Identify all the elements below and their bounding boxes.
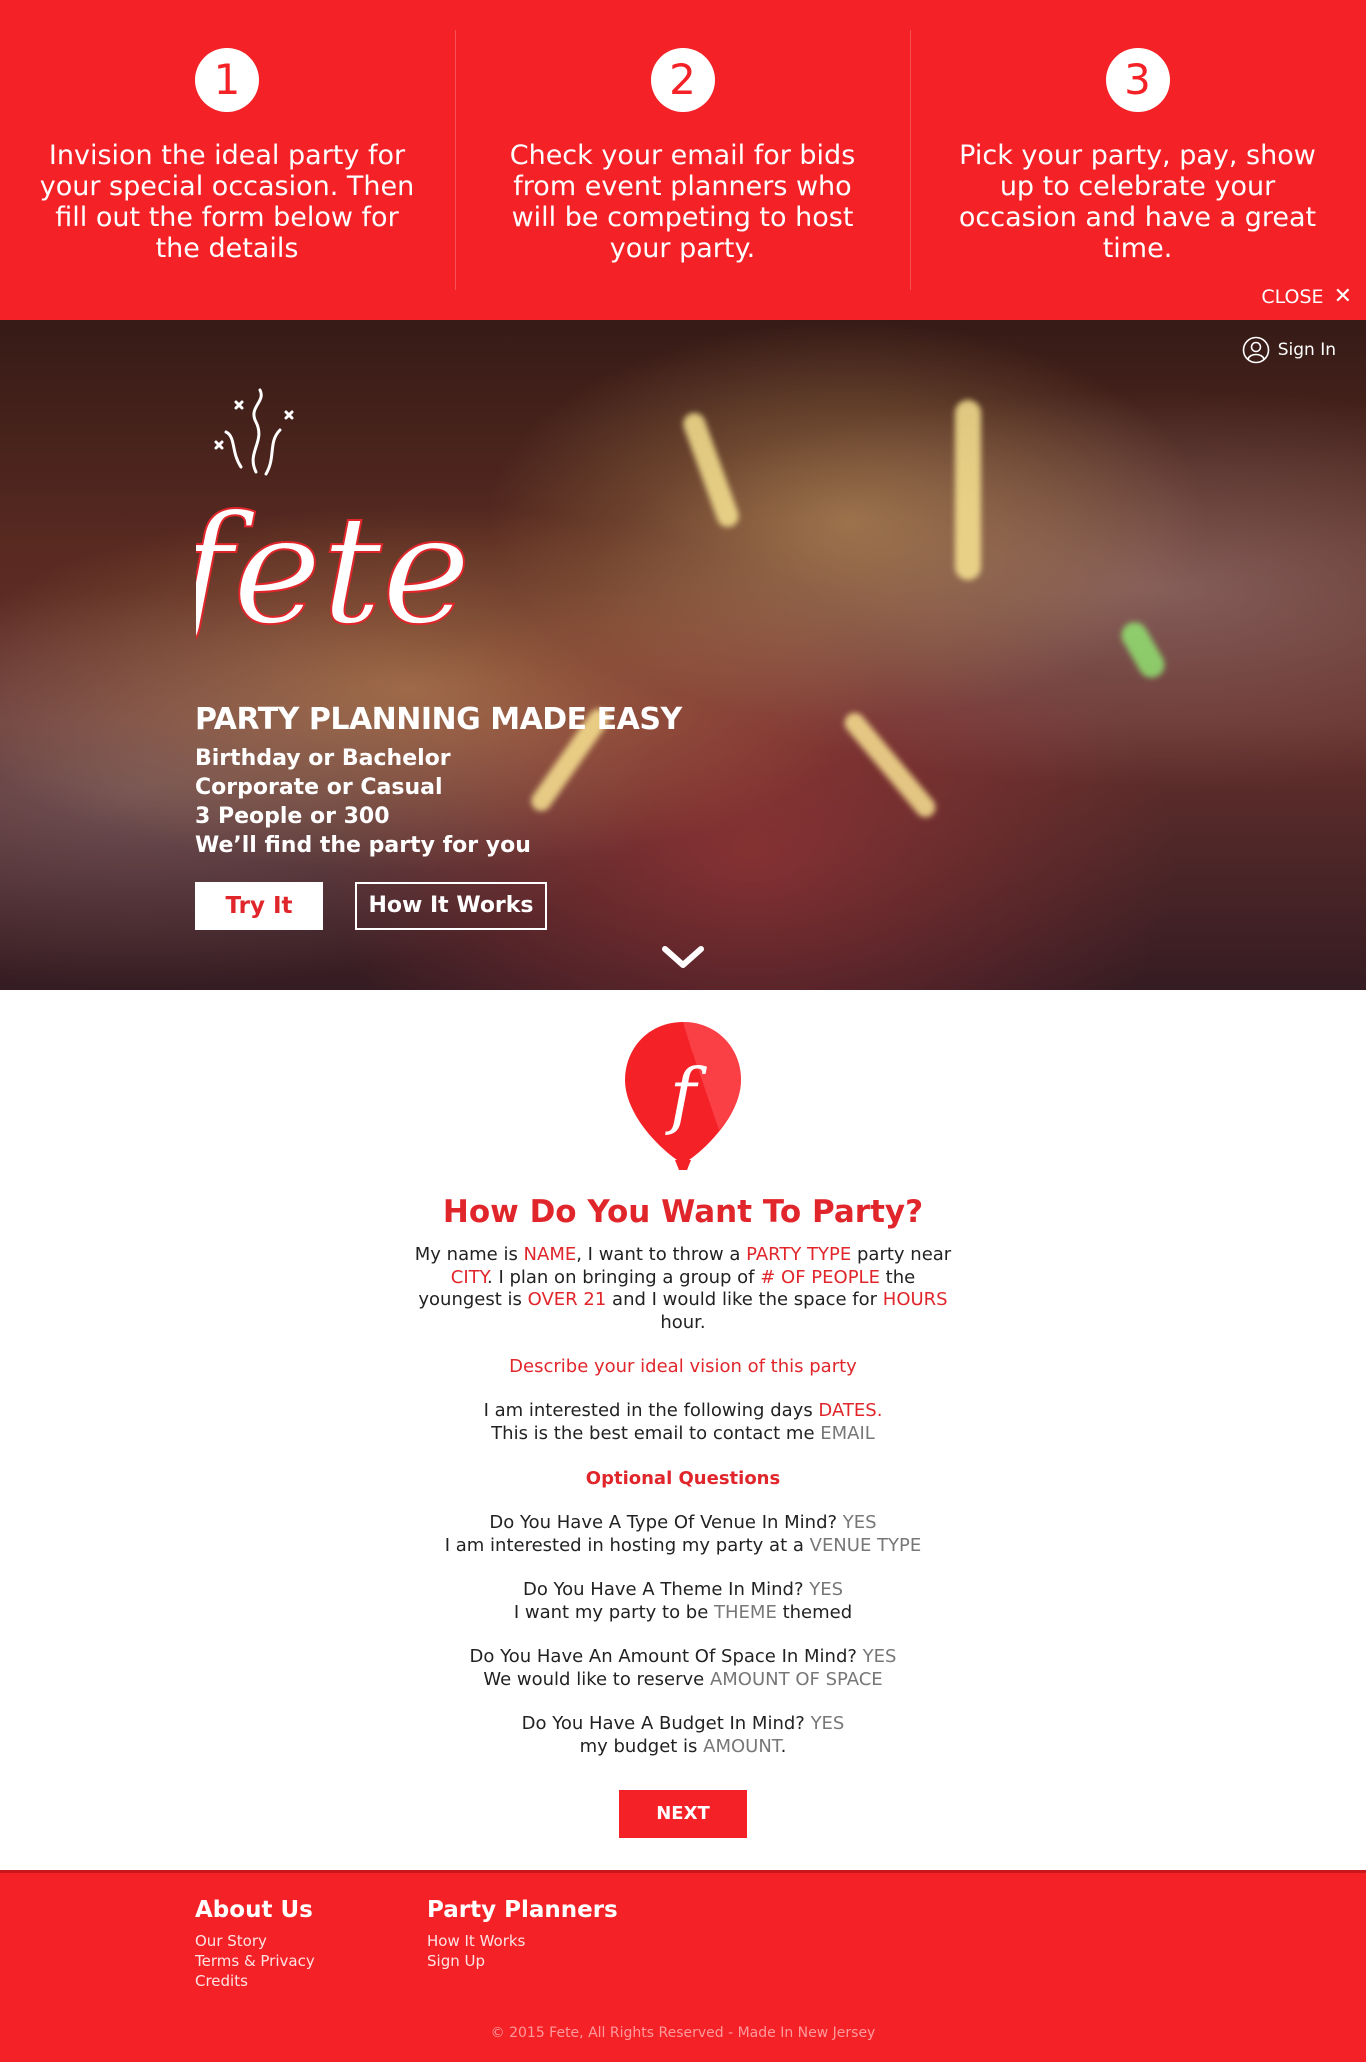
close-icon: ✕ <box>1333 284 1352 309</box>
theme-line: I want my party to be THEME themed <box>410 1602 956 1625</box>
budget-line: my budget is AMOUNT. <box>410 1736 956 1759</box>
footer-heading: About Us <box>195 1897 313 1923</box>
footer-link-credits[interactable]: Credits <box>195 1971 315 1991</box>
space-question: Do You Have An Amount Of Space In Mind? … <box>410 1646 956 1691</box>
venue-type-field[interactable]: VENUE TYPE <box>810 1535 922 1556</box>
footer-link-terms-privacy[interactable]: Terms & Privacy <box>195 1951 315 1971</box>
step-number: 1 <box>195 48 259 112</box>
close-label: CLOSE <box>1261 286 1324 308</box>
dates-email-paragraph: I am interested in the following days DA… <box>410 1400 956 1445</box>
step-text: Pick your party, pay, show up to celebra… <box>958 140 1317 264</box>
theme-yes-toggle[interactable]: YES <box>809 1579 843 1600</box>
how-it-works-banner: 1 Invision the ideal party for your spec… <box>0 0 1366 320</box>
party-type-field[interactable]: PARTY TYPE <box>746 1244 851 1265</box>
step-text: Invision the ideal party for your specia… <box>39 140 415 264</box>
chevron-down-icon[interactable] <box>661 945 705 971</box>
optional-questions-title: Optional Questions <box>585 1468 781 1489</box>
budget-yes-toggle[interactable]: YES <box>811 1713 845 1734</box>
city-field[interactable]: CITY <box>451 1267 487 1288</box>
form-text: and I would like the space for <box>606 1289 883 1310</box>
form-text: , I want to throw a <box>576 1244 747 1265</box>
venue-yes-toggle[interactable]: YES <box>843 1512 877 1533</box>
footer: About Us Our Story Terms & Privacy Credi… <box>0 1870 1366 2062</box>
form-text: Do You Have An Amount Of Space In Mind? <box>469 1646 863 1667</box>
footer-planners-column: Party Planners How It Works Sign Up <box>427 1897 618 1971</box>
tagline-line: 3 People or 300 <box>195 804 390 829</box>
space-question-line: Do You Have An Amount Of Space In Mind? … <box>410 1646 956 1669</box>
step-3: 3 Pick your party, pay, show up to celeb… <box>910 30 1364 290</box>
hero-section: Sign In fete PARTY PLANNING MADE EASY Bi… <box>0 320 1366 990</box>
footer-about-column: About Us Our Story Terms & Privacy Credi… <box>195 1897 315 1991</box>
hero-title: PARTY PLANNING MADE EASY <box>195 702 682 737</box>
glow-stick-decoration <box>955 400 981 580</box>
form-text: Do You Have A Theme In Mind? <box>522 1579 810 1600</box>
form-text: I am interested in hosting my party at a <box>444 1534 810 1556</box>
balloon-logo: f <box>625 1022 741 1170</box>
footer-heading: Party Planners <box>427 1897 618 1923</box>
space-field[interactable]: AMOUNT OF SPACE <box>710 1669 883 1690</box>
age-field[interactable]: OVER 21 <box>528 1289 607 1310</box>
fete-logo: fete <box>196 388 466 659</box>
tagline-line: Corporate or Casual <box>195 775 443 800</box>
next-button[interactable]: NEXT <box>619 1790 747 1838</box>
footer-link-how-it-works[interactable]: How It Works <box>427 1931 618 1951</box>
user-icon <box>1242 336 1270 364</box>
email-line: This is the best email to contact me EMA… <box>410 1423 956 1446</box>
form-text: I am interested in the following days <box>483 1400 819 1421</box>
svg-text:fete: fete <box>196 484 466 658</box>
email-field[interactable]: EMAIL <box>820 1423 875 1444</box>
footer-link-our-story[interactable]: Our Story <box>195 1931 315 1951</box>
form-text: My name is <box>414 1244 524 1265</box>
footer-link-sign-up[interactable]: Sign Up <box>427 1951 618 1971</box>
form-text: Do You Have A Budget In Mind? <box>521 1713 811 1734</box>
dates-field[interactable]: DATES <box>818 1400 876 1421</box>
tagline-line: We’ll find the party for you <box>195 833 531 858</box>
budget-question-line: Do You Have A Budget In Mind? YES <box>410 1713 956 1736</box>
venue-question: Do You Have A Type Of Venue In Mind? YES… <box>410 1512 956 1557</box>
form-text: party near <box>851 1244 952 1265</box>
optional-questions-heading: Optional Questions <box>410 1468 956 1491</box>
hero-tagline: Birthday or Bachelor Corporate or Casual… <box>195 744 531 860</box>
theme-question-line: Do You Have A Theme In Mind? YES <box>410 1579 956 1602</box>
form-text: I want my party to be <box>513 1601 715 1623</box>
tagline-line: Birthday or Bachelor <box>195 746 451 771</box>
sign-in-label: Sign In <box>1277 340 1336 360</box>
how-it-works-button[interactable]: How It Works <box>355 882 547 930</box>
name-field[interactable]: NAME <box>524 1244 577 1265</box>
form-text: . <box>876 1400 883 1421</box>
form-text: themed <box>776 1601 853 1623</box>
dates-line: I am interested in the following days DA… <box>410 1400 956 1423</box>
theme-question: Do You Have A Theme In Mind? YES I want … <box>410 1579 956 1624</box>
describe-vision-row: Describe your ideal vision of this party <box>410 1356 956 1379</box>
theme-field[interactable]: THEME <box>714 1602 777 1623</box>
step-number: 3 <box>1105 48 1170 112</box>
hours-field[interactable]: HOURS <box>883 1289 948 1310</box>
step-number: 2 <box>650 48 715 112</box>
step-2: 2 Check your email for bids from event p… <box>455 30 909 290</box>
venue-type-line: I am interested in hosting my party at a… <box>410 1535 956 1558</box>
party-details-paragraph: My name is NAME, I want to throw a PARTY… <box>410 1244 956 1334</box>
space-yes-toggle[interactable]: YES <box>863 1646 897 1667</box>
budget-field[interactable]: AMOUNT <box>703 1736 781 1757</box>
venue-question-line: Do You Have A Type Of Venue In Mind? YES <box>410 1512 956 1535</box>
step-1: 1 Invision the ideal party for your spec… <box>0 30 454 290</box>
form-text: hour. <box>660 1311 706 1333</box>
budget-question: Do You Have A Budget In Mind? YES my bud… <box>410 1713 956 1758</box>
form-text: . <box>780 1735 787 1757</box>
people-count-field[interactable]: # OF PEOPLE <box>760 1267 880 1288</box>
form-text: This is the best email to contact me <box>491 1422 821 1444</box>
form-text: We would like to reserve <box>483 1668 710 1690</box>
space-line: We would like to reserve AMOUNT OF SPACE <box>410 1669 956 1692</box>
copyright-text: © 2015 Fete, All Rights Reserved - Made … <box>490 2025 876 2041</box>
step-text: Check your email for bids from event pla… <box>509 140 856 264</box>
try-it-button[interactable]: Try It <box>195 882 323 930</box>
close-banner-button[interactable]: CLOSE ✕ <box>1261 284 1352 309</box>
form-title: How Do You Want To Party? <box>442 1194 924 1230</box>
describe-vision-field[interactable]: Describe your ideal vision of this party <box>509 1356 857 1377</box>
form-text: Do You Have A Type Of Venue In Mind? <box>489 1512 843 1533</box>
form-text: my budget is <box>579 1735 704 1757</box>
form-text: . I plan on bringing a group of <box>487 1266 761 1288</box>
sign-in-link[interactable]: Sign In <box>1242 336 1336 364</box>
